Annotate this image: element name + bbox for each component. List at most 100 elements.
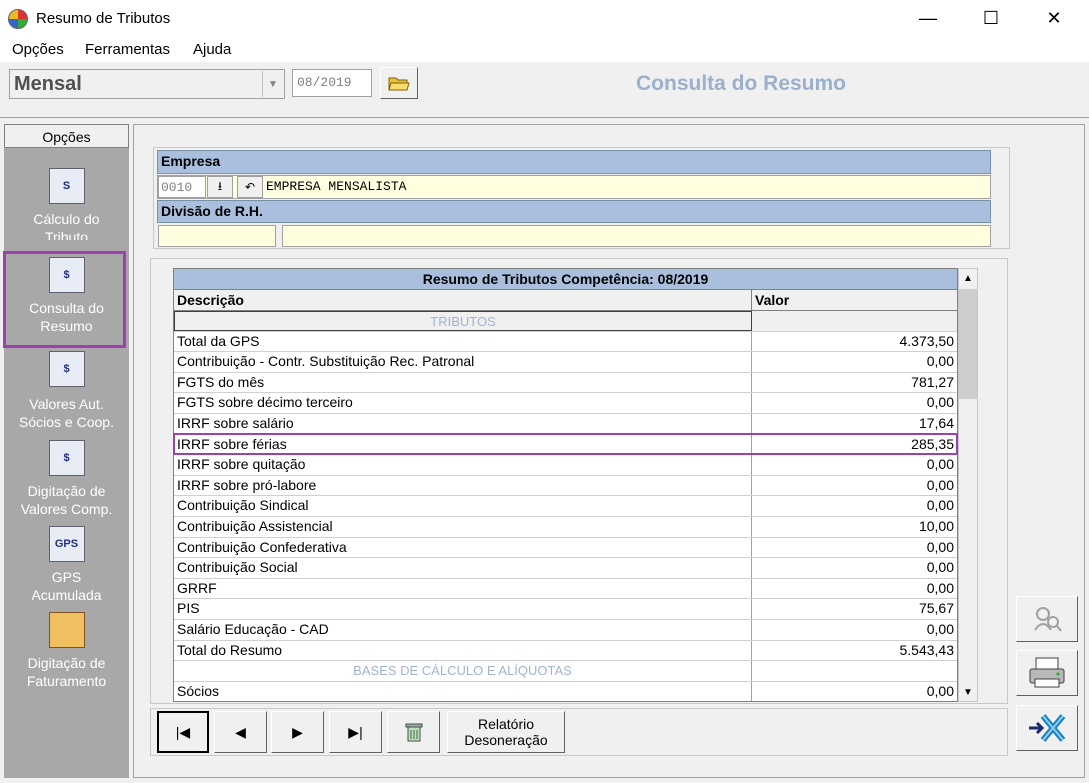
sidebar-item-label: Acumulada: [31, 587, 102, 603]
download-icon[interactable]: ⭳: [207, 176, 233, 198]
sidebar-item-valores[interactable]: $ Valores Aut. Sócios e Coop.: [4, 351, 129, 431]
empresa-code-input[interactable]: 0010: [158, 176, 206, 198]
menu-ferramentas[interactable]: Ferramentas: [85, 41, 170, 58]
undo-icon[interactable]: ↶: [237, 176, 263, 198]
people-dollar-icon: $: [48, 351, 85, 387]
cell-descricao: IRRF sobre pró-labore: [174, 475, 752, 496]
table-row[interactable]: Contribuição Confederativa 0,00: [174, 537, 957, 559]
section-row-tributos: TRIBUTOS: [174, 311, 957, 332]
cell-valor: 0,00: [926, 394, 954, 411]
table-row[interactable]: Contribuição Sindical 0,00: [174, 496, 957, 517]
table-row[interactable]: IRRF sobre quitação 0,00: [174, 455, 957, 476]
table-row[interactable]: Sócios 0,00: [174, 681, 957, 701]
relatorio-desoneracao-button[interactable]: Relatório Desoneração: [447, 711, 565, 753]
cell-valor: 0,00: [926, 559, 954, 576]
cell-descricao: Contribuição - Contr. Substituição Rec. …: [174, 352, 752, 372]
menu-ajuda[interactable]: Ajuda: [193, 41, 231, 58]
sidebar-item-calculo[interactable]: S Cálculo do Tributo: [4, 168, 129, 240]
table-row[interactable]: Contribuição - Contr. Substituição Rec. …: [174, 352, 957, 373]
resumo-table: Resumo de Tributos Competência: 08/2019 …: [173, 268, 958, 702]
column-header-valor: Valor: [755, 292, 790, 308]
table-row[interactable]: Total da GPS 4.373,50: [174, 331, 957, 353]
sidebar-item-label: Sócios e Coop.: [19, 414, 114, 430]
competencia-input[interactable]: 08/2019: [292, 69, 372, 97]
period-type-value: Mensal: [14, 73, 82, 95]
cell-descricao: Contribuição Sindical: [174, 496, 752, 516]
sidebar-item-label: Digitação de: [27, 655, 106, 671]
page-title: Consulta do Resumo: [636, 72, 847, 95]
table-row[interactable]: IRRF sobre pró-labore 0,00: [174, 475, 957, 497]
printer-icon: [1029, 657, 1065, 688]
table-row[interactable]: PIS 75,67: [174, 599, 957, 620]
scroll-up-icon[interactable]: ▲: [959, 269, 977, 287]
gps-icon: GPS: [48, 526, 85, 562]
table-row[interactable]: Contribuição Assistencial 10,00: [174, 516, 957, 538]
sidebar-item-faturamento[interactable]: Digitação de Faturamento: [4, 612, 129, 690]
cell-valor: 0,00: [926, 353, 954, 370]
sidebar-item-label: Faturamento: [26, 673, 107, 689]
search-person-button[interactable]: [1016, 596, 1078, 642]
cell-descricao: IRRF sobre quitação: [174, 455, 752, 475]
cell-descricao: Contribuição Confederativa: [174, 537, 752, 558]
sidebar-item-gps[interactable]: GPS GPS Acumulada: [4, 526, 129, 604]
cell-valor: 75,67: [918, 600, 954, 617]
previous-record-button[interactable]: ◀: [214, 711, 267, 753]
edit-dollar-icon: $: [48, 440, 85, 476]
table-header: Descrição Valor: [174, 290, 957, 311]
cell-descricao: PIS: [174, 599, 752, 619]
window-title: Resumo de Tributos: [36, 10, 171, 27]
sidebar-item-digitacao-valores[interactable]: $ Digitação de Valores Comp.: [4, 440, 129, 518]
cell-valor: 0,00: [926, 538, 954, 555]
table-row[interactable]: Salário Educação - CAD 0,00: [174, 619, 957, 641]
cell-descricao: Sócios: [174, 681, 752, 701]
sidebar-item-label: Valores Comp.: [20, 501, 113, 517]
column-header-descricao: Descrição: [174, 290, 752, 310]
cell-descricao: Total do Resumo: [174, 640, 752, 661]
cell-valor: 0,00: [926, 620, 954, 637]
section-label: BASES DE CÁLCULO E ALÍQUOTAS: [174, 661, 752, 681]
cell-valor: 781,27: [911, 373, 954, 390]
cell-descricao: FGTS sobre décimo terceiro: [174, 393, 752, 413]
cell-descricao: GRRF: [174, 578, 752, 599]
app-icon: [8, 9, 28, 29]
divisao-code-input[interactable]: [158, 225, 276, 247]
document-dollar-icon: S: [48, 168, 85, 204]
table-row[interactable]: IRRF sobre salário 17,64: [174, 413, 957, 435]
cell-valor: 0,00: [926, 682, 954, 699]
table-title: Resumo de Tributos Competência: 08/2019: [174, 269, 957, 290]
scroll-down-icon[interactable]: ▼: [959, 683, 977, 701]
table-row[interactable]: FGTS do mês 781,27: [174, 372, 957, 394]
exit-icon: [1029, 714, 1066, 742]
sidebar-item-label: Tributo: [44, 229, 89, 240]
chevron-down-icon[interactable]: ▼: [262, 71, 283, 97]
selected-item-highlight: [3, 251, 126, 348]
cell-valor: 17,64: [918, 414, 954, 431]
close-button[interactable]: ✕: [1023, 0, 1085, 36]
exit-button[interactable]: [1016, 705, 1078, 751]
table-row[interactable]: GRRF 0,00: [174, 578, 957, 600]
cell-valor: 10,00: [918, 517, 954, 534]
maximize-button[interactable]: ☐: [960, 0, 1022, 36]
divisao-name-input[interactable]: [282, 225, 991, 247]
empresa-label: Empresa: [157, 150, 991, 174]
section-row-bases: BASES DE CÁLCULO E ALÍQUOTAS: [174, 661, 957, 682]
open-folder-button[interactable]: [380, 67, 418, 99]
cell-valor: 4.373,50: [899, 332, 955, 349]
cell-valor: 0,00: [926, 456, 954, 473]
cell-descricao: Total da GPS: [174, 331, 752, 352]
cell-descricao: Contribuição Assistencial: [174, 516, 752, 537]
table-row[interactable]: Contribuição Social 0,00: [174, 558, 957, 579]
scrollbar-thumb[interactable]: [959, 289, 977, 399]
first-record-button[interactable]: |◀: [157, 711, 209, 753]
table-row[interactable]: FGTS sobre décimo terceiro 0,00: [174, 393, 957, 414]
print-button[interactable]: [1016, 650, 1078, 696]
menu-opcoes[interactable]: Opções: [12, 41, 64, 58]
section-label: TRIBUTOS: [174, 311, 752, 331]
trash-button[interactable]: [387, 711, 440, 753]
next-record-button[interactable]: ▶: [271, 711, 324, 753]
cell-valor: 0,00: [926, 579, 954, 596]
table-row[interactable]: Total do Resumo 5.543,43: [174, 640, 957, 662]
minimize-button[interactable]: —: [897, 0, 959, 36]
last-record-button[interactable]: ▶|: [329, 711, 382, 753]
